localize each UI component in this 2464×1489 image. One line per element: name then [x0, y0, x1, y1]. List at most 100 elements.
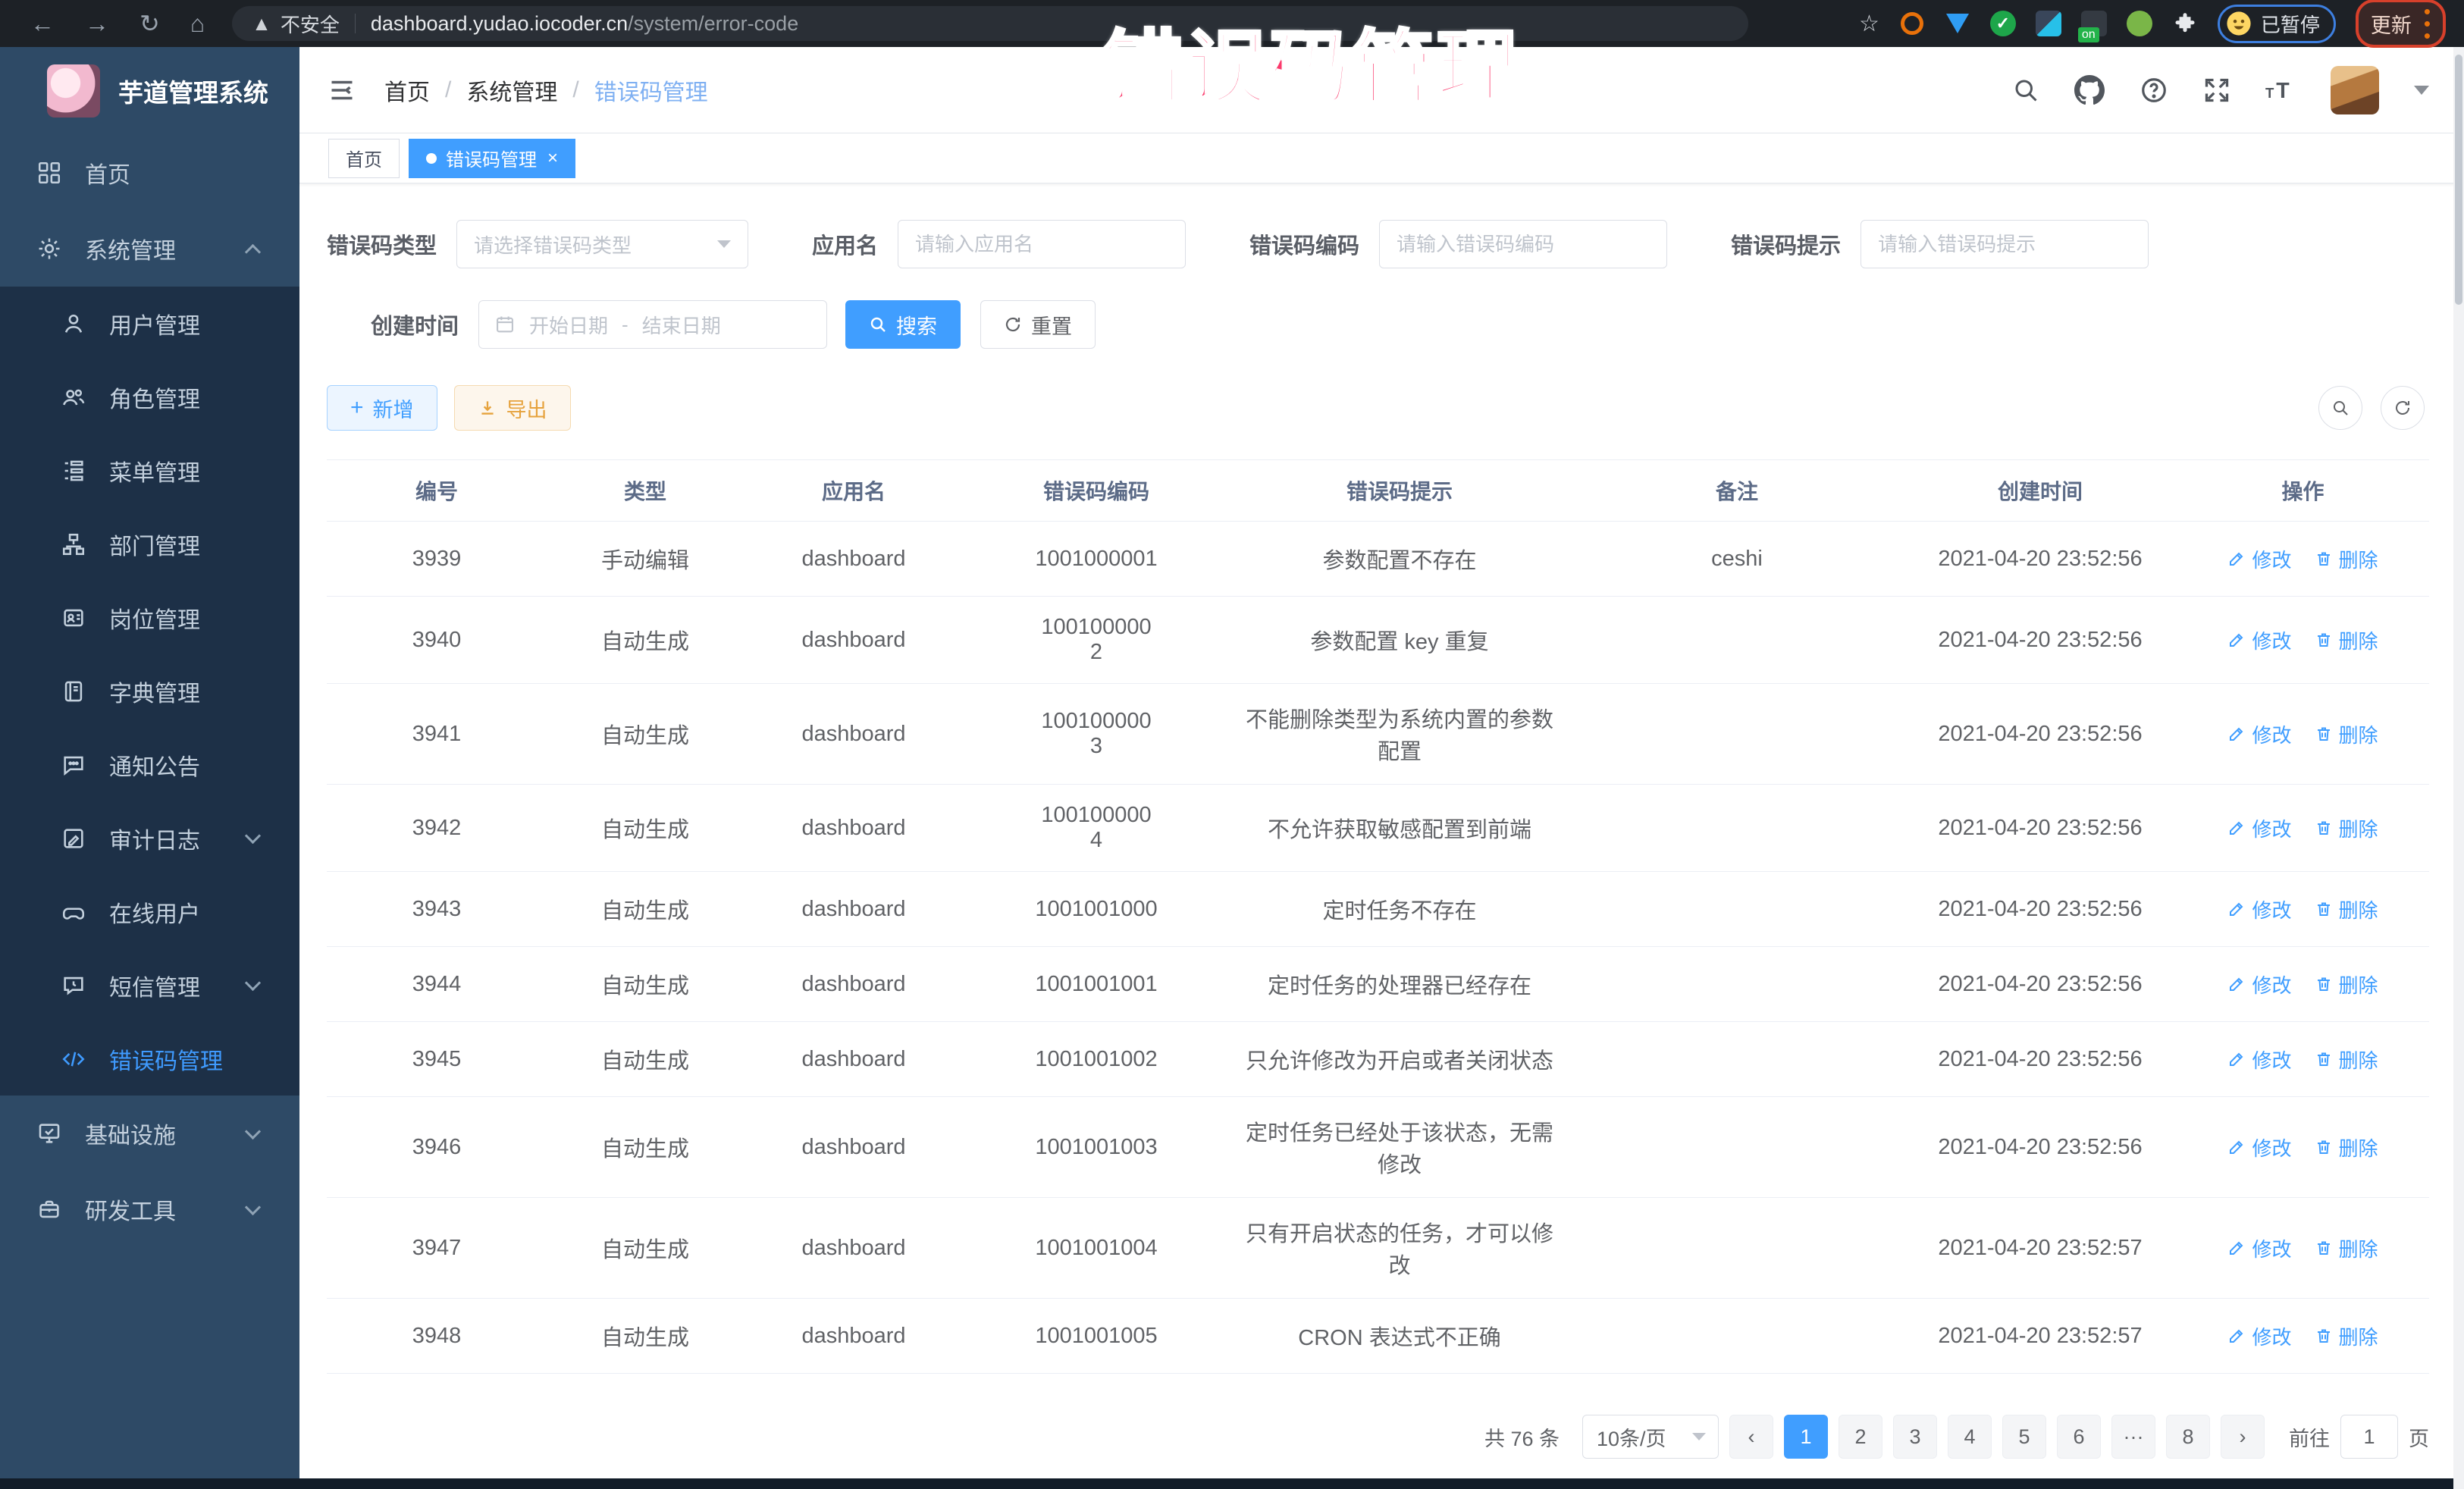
edit-link[interactable]: 修改: [2227, 970, 2291, 998]
extension-green-icon[interactable]: ✓: [1990, 11, 2016, 36]
page-ellipsis[interactable]: ···: [2111, 1415, 2155, 1459]
page-button-2[interactable]: 2: [1839, 1415, 1882, 1459]
sidebar-item-depts[interactable]: 部门管理: [0, 507, 299, 581]
page-button-5[interactable]: 5: [2002, 1415, 2046, 1459]
extension-gem-icon[interactable]: [1945, 11, 1970, 36]
refresh-table-button[interactable]: [2381, 386, 2425, 430]
font-size-icon[interactable]: TT: [2265, 77, 2296, 104]
prev-page-button[interactable]: ‹: [1729, 1415, 1773, 1459]
trash-icon: [2315, 1327, 2333, 1345]
sidebar-item-roles[interactable]: 角色管理: [0, 360, 299, 434]
date-range-picker[interactable]: 开始日期 - 结束日期: [478, 300, 827, 349]
caret-down-icon[interactable]: [2414, 86, 2429, 95]
delete-link[interactable]: 删除: [2315, 545, 2378, 573]
cell-id: 3945: [327, 1022, 547, 1096]
profile-paused-badge[interactable]: 已暂停: [2218, 5, 2336, 43]
error-type-select[interactable]: 请选择错误码类型: [456, 220, 748, 268]
bookmark-star-icon[interactable]: ☆: [1859, 11, 1879, 37]
sidebar-item-dict[interactable]: 字典管理: [0, 654, 299, 728]
edit-link[interactable]: 修改: [2227, 814, 2291, 842]
browser-update-button[interactable]: 更新 •••: [2356, 0, 2446, 48]
sidebar-item-online-users[interactable]: 在线用户: [0, 875, 299, 948]
forward-icon[interactable]: →: [85, 11, 109, 36]
sidebar-item-menus[interactable]: 菜单管理: [0, 434, 299, 507]
page-button-3[interactable]: 3: [1893, 1415, 1937, 1459]
sidebar-item-posts[interactable]: 岗位管理: [0, 581, 299, 654]
sidebar-item-system[interactable]: 系统管理: [0, 211, 299, 287]
error-code-input[interactable]: [1379, 220, 1667, 268]
extensions-puzzle-icon[interactable]: [2172, 11, 2198, 36]
trash-icon: [2315, 550, 2333, 568]
close-icon[interactable]: ×: [547, 148, 558, 169]
page-button-1[interactable]: 1: [1784, 1415, 1828, 1459]
sidebar-item-error-code[interactable]: 错误码管理: [0, 1022, 299, 1096]
delete-link[interactable]: 删除: [2315, 720, 2378, 748]
next-page-button[interactable]: ›: [2221, 1415, 2265, 1459]
delete-link[interactable]: 删除: [2315, 1322, 2378, 1350]
error-hint-input[interactable]: [1861, 220, 2149, 268]
delete-link[interactable]: 删除: [2315, 1045, 2378, 1074]
edit-link[interactable]: 修改: [2227, 545, 2291, 573]
page-scrollbar[interactable]: [2453, 47, 2464, 1489]
address-bar[interactable]: ▲ 不安全 dashboard.yudao.iocoder.cn/system/…: [232, 6, 1748, 41]
page-button-4[interactable]: 4: [1948, 1415, 1992, 1459]
extension-grid-icon[interactable]: [2036, 11, 2061, 36]
delete-link[interactable]: 删除: [2315, 970, 2378, 998]
page-size-select[interactable]: 10条/页: [1582, 1415, 1719, 1459]
sidebar-item-notice[interactable]: 通知公告: [0, 728, 299, 801]
tag-error-code[interactable]: 错误码管理 ×: [409, 139, 575, 178]
page-button-8[interactable]: 8: [2166, 1415, 2210, 1459]
delete-link[interactable]: 删除: [2315, 1133, 2378, 1161]
scrollbar-thumb[interactable]: [2455, 55, 2462, 305]
edit-link[interactable]: 修改: [2227, 1322, 2291, 1350]
help-icon[interactable]: [2140, 76, 2168, 105]
edit-link[interactable]: 修改: [2227, 626, 2291, 654]
cell-code: 1001001000: [964, 872, 1229, 946]
home-icon[interactable]: ⌂: [190, 11, 205, 36]
add-button[interactable]: + 新增: [327, 385, 437, 431]
extension-onoff-icon[interactable]: on: [2081, 11, 2107, 36]
sidebar-item-home[interactable]: 首页: [0, 135, 299, 211]
delete-link[interactable]: 删除: [2315, 626, 2378, 654]
sidebar-item-sms[interactable]: 短信管理: [0, 948, 299, 1022]
export-button[interactable]: 导出: [454, 385, 571, 431]
sidebar-item-users[interactable]: 用户管理: [0, 287, 299, 360]
book-icon: [61, 679, 86, 704]
trash-icon: [2315, 819, 2333, 837]
fullscreen-icon[interactable]: [2203, 77, 2230, 104]
github-icon[interactable]: [2074, 75, 2105, 105]
toggle-search-button[interactable]: [2318, 386, 2362, 430]
delete-link[interactable]: 删除: [2315, 1234, 2378, 1262]
hamburger-icon[interactable]: [328, 77, 356, 104]
app-name-input[interactable]: [898, 220, 1186, 268]
cell-hint: 参数配置 key 重复: [1229, 597, 1570, 683]
reload-icon[interactable]: ↻: [140, 11, 160, 36]
sidebar-item-infra[interactable]: 基础设施: [0, 1096, 299, 1171]
breadcrumb-system[interactable]: 系统管理: [466, 74, 557, 107]
page-button-6[interactable]: 6: [2057, 1415, 2101, 1459]
kebab-menu-icon[interactable]: •••: [2424, 5, 2431, 42]
cell-actions: 修改 删除: [2177, 947, 2429, 1021]
goto-page-input[interactable]: [2340, 1415, 2398, 1459]
edit-link[interactable]: 修改: [2227, 1133, 2291, 1161]
extension-orange-icon[interactable]: [1899, 11, 1925, 36]
back-icon[interactable]: ←: [30, 11, 55, 36]
sidebar-item-dev-tools[interactable]: 研发工具: [0, 1171, 299, 1247]
delete-link[interactable]: 删除: [2315, 895, 2378, 923]
edit-link[interactable]: 修改: [2227, 720, 2291, 748]
reset-button[interactable]: 重置: [980, 300, 1096, 349]
edit-link[interactable]: 修改: [2227, 1234, 2291, 1262]
edit-pencil-icon: [2227, 550, 2246, 568]
tag-home[interactable]: 首页: [328, 139, 400, 178]
edit-link[interactable]: 修改: [2227, 895, 2291, 923]
breadcrumb-home[interactable]: 首页: [384, 74, 430, 107]
search-button[interactable]: 搜索: [845, 300, 961, 349]
sidebar-item-audit-log[interactable]: 审计日志: [0, 801, 299, 875]
user-avatar[interactable]: [2331, 66, 2379, 114]
edit-link[interactable]: 修改: [2227, 1045, 2291, 1074]
extension-key-icon[interactable]: [2127, 11, 2152, 36]
cell-app: dashboard: [744, 597, 964, 683]
delete-link[interactable]: 删除: [2315, 814, 2378, 842]
search-icon[interactable]: [2012, 77, 2039, 104]
security-label[interactable]: 不安全: [281, 10, 340, 38]
